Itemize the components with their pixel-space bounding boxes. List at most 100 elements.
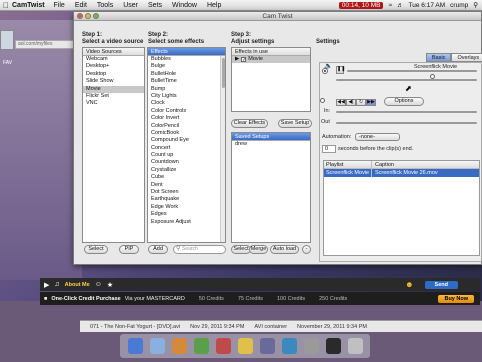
menu-sets[interactable]: Sets bbox=[148, 2, 162, 9]
source-item[interactable]: Slide Show bbox=[83, 78, 144, 85]
buy-now-button[interactable]: Buy Now bbox=[438, 294, 474, 303]
user-name[interactable]: crump bbox=[450, 2, 468, 9]
effect-item[interactable]: Dent bbox=[148, 182, 225, 189]
select-setup-button[interactable]: Select bbox=[231, 245, 251, 254]
effect-item[interactable]: Color Controls bbox=[148, 108, 225, 115]
in-use-item[interactable]: ▶ ✓ Movie bbox=[232, 56, 310, 64]
effect-item[interactable]: City Lights bbox=[148, 93, 225, 100]
effects-header[interactable]: Effects bbox=[148, 48, 225, 56]
playlist-table[interactable]: Playlist Caption Screenflick Movie Scree… bbox=[323, 160, 480, 256]
finder-icon[interactable] bbox=[127, 338, 143, 354]
tab-overlays[interactable]: Overlays bbox=[451, 53, 482, 62]
emoji-icon[interactable]: ☺ bbox=[95, 281, 102, 288]
effect-item[interactable]: Bubbles bbox=[148, 56, 225, 63]
remove-setup-button[interactable]: - bbox=[302, 245, 311, 254]
effect-item[interactable]: Exposure Adjust bbox=[148, 219, 225, 226]
spotlight-icon[interactable]: ⚲ bbox=[473, 1, 478, 9]
volume-icon[interactable]: ♬ bbox=[397, 2, 404, 9]
disclosure-triangle-icon[interactable]: ▶ bbox=[235, 56, 239, 63]
browser-tab[interactable] bbox=[0, 30, 14, 50]
effects-list[interactable]: Effects Bubbles Bulge BulletHole BulletT… bbox=[147, 47, 226, 243]
saved-setups-list[interactable]: Saved Setups drew bbox=[231, 132, 311, 243]
playback-slider[interactable] bbox=[347, 70, 477, 72]
credit-option-100[interactable]: 100 Credits bbox=[277, 296, 305, 302]
menu-user[interactable]: User bbox=[123, 2, 138, 9]
clock[interactable]: Tue 6:17 AM bbox=[409, 2, 446, 9]
apple-icon[interactable]:  bbox=[0, 1, 12, 10]
add-effect-button[interactable]: Add bbox=[148, 245, 168, 254]
source-item[interactable]: Desktop+ bbox=[83, 63, 144, 70]
position-slider-knob[interactable] bbox=[320, 98, 325, 103]
caption-column-header[interactable]: Caption bbox=[372, 161, 479, 168]
saved-setup-item[interactable]: drew bbox=[232, 141, 310, 148]
preferences-icon[interactable] bbox=[303, 338, 319, 354]
gift-icon[interactable]: ★ bbox=[107, 281, 113, 289]
effect-item[interactable]: Edges bbox=[148, 211, 225, 218]
pause-button[interactable]: ❚❚ bbox=[336, 66, 345, 74]
effect-item[interactable]: Cube bbox=[148, 174, 225, 181]
save-setup-button[interactable]: Save Setup bbox=[278, 119, 312, 128]
tab-basic[interactable]: Basic bbox=[426, 53, 452, 62]
position-slider[interactable] bbox=[336, 79, 477, 81]
video-sources-list[interactable]: Video Sources Webcam Desktop+ Desktop Sl… bbox=[82, 47, 145, 243]
effect-item[interactable]: Color Invert bbox=[148, 115, 225, 122]
mail-icon[interactable] bbox=[171, 338, 187, 354]
notes-icon[interactable] bbox=[237, 338, 253, 354]
menu-file[interactable]: File bbox=[54, 2, 65, 9]
calendar-icon[interactable] bbox=[215, 338, 231, 354]
automation-select[interactable]: -none- bbox=[355, 133, 400, 141]
window-title-bar[interactable]: Cam Twist bbox=[74, 12, 481, 21]
source-item-selected[interactable]: Movie bbox=[83, 85, 144, 93]
video-sources-header[interactable]: Video Sources bbox=[83, 48, 144, 56]
menu-app-name[interactable]: CamTwist bbox=[12, 2, 45, 9]
wifi-icon[interactable]: ≈ bbox=[388, 2, 392, 9]
effect-item[interactable]: Count up bbox=[148, 152, 225, 159]
terminal-icon[interactable] bbox=[325, 338, 341, 354]
effects-scrollbar[interactable] bbox=[220, 56, 225, 242]
effect-item[interactable]: Earthquake bbox=[148, 196, 225, 203]
browser-url-field[interactable]: aol.com/myfiles bbox=[15, 40, 75, 49]
finder-row[interactable]: 071 - The Non-Fat Yogurt - [DVD].avi Nov… bbox=[80, 320, 482, 332]
step-back-button[interactable]: ◀| bbox=[346, 99, 356, 106]
about-me-link[interactable]: About Me bbox=[65, 282, 90, 288]
seconds-field[interactable]: 0 bbox=[322, 145, 336, 153]
play-button[interactable]: ▶▶ bbox=[366, 99, 376, 106]
effect-item[interactable]: ComicBook bbox=[148, 130, 225, 137]
menu-tools[interactable]: Tools bbox=[97, 2, 113, 9]
source-item[interactable]: Desktop bbox=[83, 71, 144, 78]
effect-item[interactable]: Bulge bbox=[148, 63, 225, 70]
smiley-icon[interactable]: ☻ bbox=[405, 280, 413, 289]
effect-item[interactable]: BulletHole bbox=[148, 71, 225, 78]
out-slider[interactable] bbox=[336, 122, 477, 124]
effect-item[interactable]: Bump bbox=[148, 86, 225, 93]
table-row[interactable]: Screenflick Movie Screenflick Movie 26.m… bbox=[324, 169, 479, 177]
effect-item[interactable]: ColorPencil bbox=[148, 123, 225, 130]
itunes-icon[interactable] bbox=[259, 338, 275, 354]
effect-item[interactable]: Compound Eye bbox=[148, 137, 225, 144]
effect-item[interactable]: BulletTime bbox=[148, 78, 225, 85]
menu-edit[interactable]: Edit bbox=[75, 2, 87, 9]
effect-item[interactable]: Countdown bbox=[148, 159, 225, 166]
in-slider[interactable] bbox=[336, 111, 477, 113]
menu-help[interactable]: Help bbox=[207, 2, 221, 9]
effects-search-input[interactable]: ⚲ Search bbox=[173, 245, 226, 254]
effect-item[interactable]: Clock bbox=[148, 100, 225, 107]
select-source-button[interactable]: Select bbox=[84, 245, 108, 254]
mode-radio[interactable] bbox=[322, 68, 328, 74]
source-item[interactable]: Webcam bbox=[83, 56, 144, 63]
credit-option-50[interactable]: 50 Credits bbox=[199, 296, 224, 302]
effects-in-use-list[interactable]: Effects in use ▶ ✓ Movie bbox=[231, 47, 311, 112]
credit-option-75[interactable]: 75 Credits bbox=[238, 296, 263, 302]
effect-enabled-checkbox[interactable]: ✓ bbox=[241, 57, 246, 63]
merge-button[interactable]: Merge bbox=[249, 245, 268, 254]
app-store-icon[interactable] bbox=[281, 338, 297, 354]
effect-item[interactable]: Concert bbox=[148, 145, 225, 152]
pip-button[interactable]: PIP bbox=[119, 245, 139, 254]
effect-item[interactable]: Edge Work bbox=[148, 204, 225, 211]
effect-item[interactable]: Dot Screen bbox=[148, 189, 225, 196]
volume-icon[interactable]: ♫ bbox=[54, 281, 59, 288]
auto-load-button[interactable]: Auto load bbox=[270, 245, 299, 254]
send-button[interactable]: Send bbox=[424, 280, 458, 289]
safari-icon[interactable] bbox=[149, 338, 165, 354]
playlist-column-header[interactable]: Playlist bbox=[324, 161, 372, 168]
